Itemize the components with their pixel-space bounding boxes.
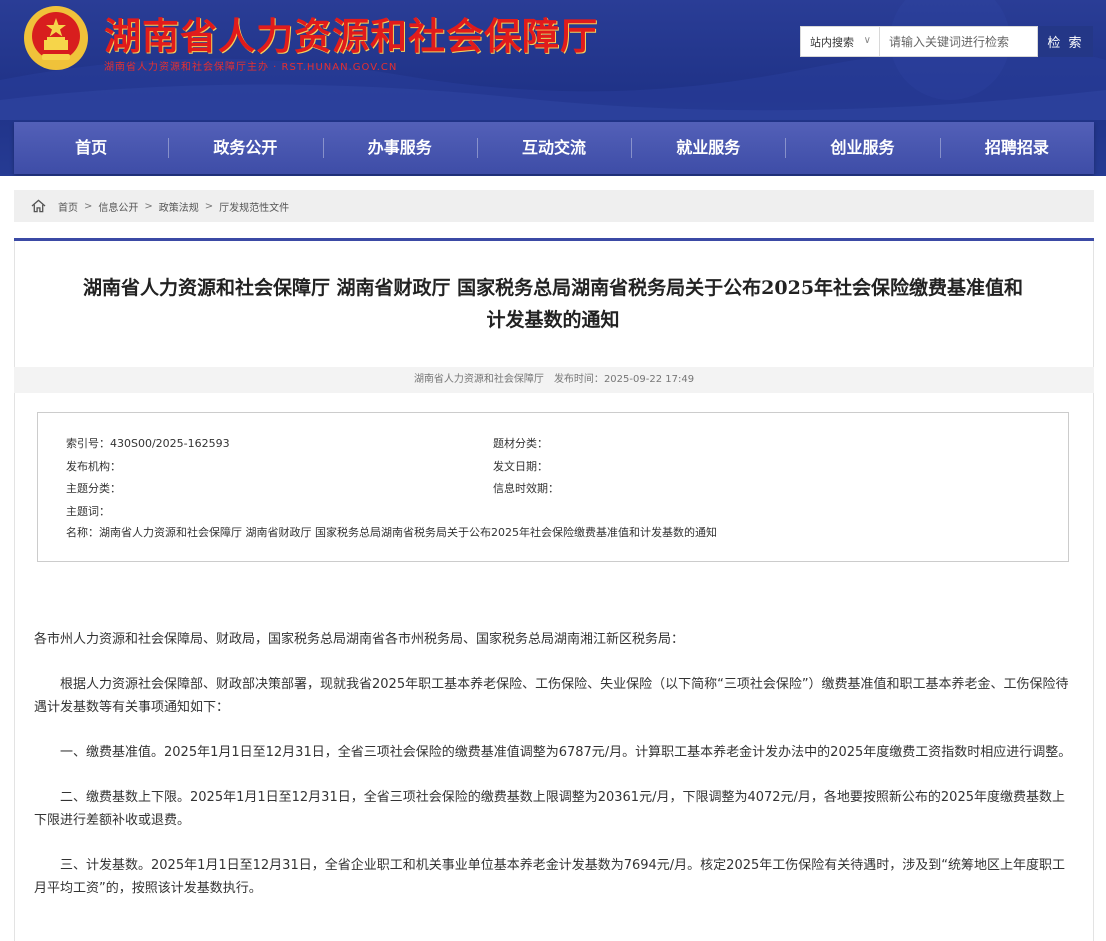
info-validity: 信息时效期： bbox=[493, 482, 559, 495]
chevron-right-icon: > bbox=[84, 200, 93, 212]
body-paragraph-4: 三、计发基数。2025年1月1日至12月31日，全省企业职工和机关事业单位基本养… bbox=[34, 858, 1065, 896]
breadcrumb: 首页 > 信息公开 > 政策法规 > 厅发规范性文件 bbox=[14, 190, 1094, 222]
search-scope-label: 站内搜索 bbox=[810, 35, 854, 49]
article-meta: 湖南省人力资源和社会保障厅 发布时间：2025-09-22 17:49 bbox=[14, 367, 1094, 393]
info-name: 名称：湖南省人力资源和社会保障厅 湖南省财政厅 国家税务总局湖南省税务局关于公布… bbox=[66, 526, 717, 539]
nav-item-services[interactable]: 办事服务 bbox=[322, 122, 477, 174]
publish-label: 发布时间： bbox=[553, 374, 604, 385]
breadcrumb-info-disclosure[interactable]: 信息公开 bbox=[98, 199, 138, 214]
body-paragraph-3: 二、缴费基数上下限。2025年1月1日至12月31日，全省三项社会保险的缴费基数… bbox=[34, 790, 1065, 828]
main-nav: 首页 政务公开 办事服务 互动交流 就业服务 创业服务 招聘招录 bbox=[14, 122, 1094, 174]
search-button[interactable]: 检 索 bbox=[1038, 26, 1093, 57]
info-issuer: 发布机构： bbox=[66, 460, 121, 473]
document-info-table: 索引号：430S00/2025-162593 题材分类： 发布机构： 发文日期：… bbox=[37, 412, 1069, 562]
article-title-line1: 湖南省人力资源和社会保障厅 湖南省财政厅 国家税务总局湖南省税务局关于公布202… bbox=[82, 277, 1024, 299]
nav-item-employment[interactable]: 就业服务 bbox=[631, 122, 785, 174]
site-search: 站内搜索 ∨ 检 索 bbox=[800, 26, 1093, 57]
site-title: 湖南省人力资源和社会保障厅 bbox=[104, 14, 598, 58]
info-issue-date: 发文日期： bbox=[493, 460, 548, 473]
article-body: 各市州人力资源和社会保障局、财政局，国家税务总局湖南省各市州税务局、国家税务总局… bbox=[34, 628, 1074, 900]
body-paragraph-1: 根据人力资源社会保障部、财政部决策部署，现就我省2025年职工基本养老保险、工伤… bbox=[34, 677, 1069, 715]
nav-item-interaction[interactable]: 互动交流 bbox=[476, 122, 631, 174]
search-scope-select[interactable]: 站内搜索 ∨ bbox=[800, 26, 880, 57]
article-title-line2: 计发基数的通知 bbox=[486, 309, 620, 331]
breadcrumb-policies[interactable]: 政策法规 bbox=[159, 199, 199, 214]
home-icon[interactable] bbox=[31, 199, 46, 213]
body-paragraph-2: 一、缴费基准值。2025年1月1日至12月31日，全省三项社会保险的缴费基准值调… bbox=[60, 745, 1072, 760]
nav-item-entrepreneurship[interactable]: 创业服务 bbox=[785, 122, 939, 174]
info-theme-category: 主题分类： bbox=[66, 482, 121, 495]
info-index-no: 索引号：430S00/2025-162593 bbox=[66, 437, 230, 450]
search-input[interactable] bbox=[880, 26, 1038, 57]
article-source: 湖南省人力资源和社会保障厅 bbox=[413, 374, 544, 385]
breadcrumb-normative-docs[interactable]: 厅发规范性文件 bbox=[219, 199, 289, 214]
chevron-right-icon: > bbox=[204, 200, 214, 212]
nav-item-gov-affairs[interactable]: 政务公开 bbox=[168, 122, 322, 174]
national-emblem-icon bbox=[24, 6, 88, 70]
publish-time: 2025-09-22 17:49 bbox=[603, 374, 695, 385]
chevron-down-icon: ∨ bbox=[863, 35, 871, 46]
breadcrumb-home[interactable]: 首页 bbox=[58, 199, 78, 214]
info-keywords: 主题词： bbox=[66, 505, 110, 518]
body-salutation: 各市州人力资源和社会保障局、财政局，国家税务总局湖南省各市州税务局、国家税务总局… bbox=[34, 632, 685, 647]
site-header: 湖南省人力资源和社会保障厅 湖南省人力资源和社会保障厅主办 · RST.HUNA… bbox=[0, 0, 1106, 176]
info-subject-category: 题材分类： bbox=[493, 437, 548, 450]
nav-item-home[interactable]: 首页 bbox=[14, 122, 168, 174]
site-subtitle: 湖南省人力资源和社会保障厅主办 · RST.HUNAN.GOV.CN bbox=[104, 62, 398, 73]
article-title: 湖南省人力资源和社会保障厅 湖南省财政厅 国家税务总局湖南省税务局关于公布202… bbox=[0, 272, 1106, 336]
chevron-right-icon: > bbox=[144, 200, 153, 212]
nav-item-recruitment[interactable]: 招聘招录 bbox=[939, 122, 1094, 174]
